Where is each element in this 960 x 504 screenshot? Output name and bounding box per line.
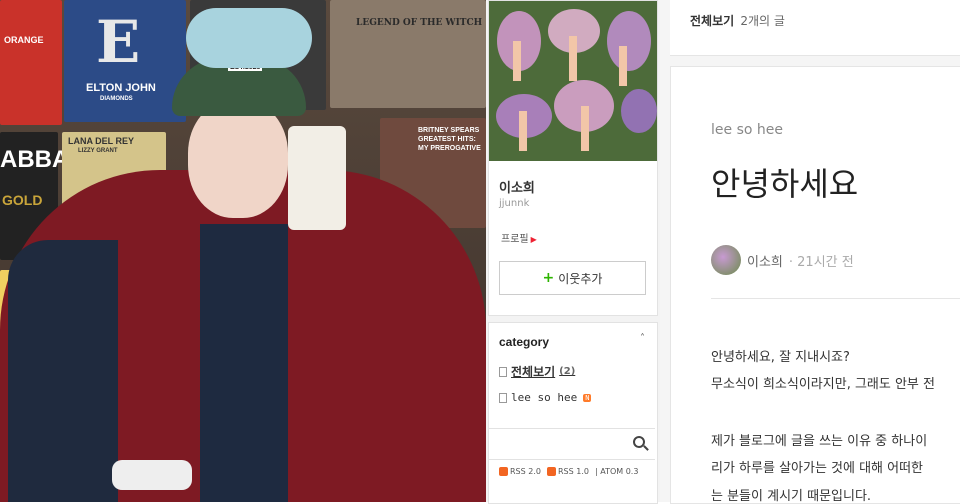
add-neighbor-button[interactable]: + 이웃추가 bbox=[499, 261, 646, 295]
post-paragraph: 안녕하세요, 잘 지내시죠? bbox=[711, 350, 850, 365]
post-card: lee so hee 안녕하세요 이소희 · 21시간 전 안녕하세요, 잘 지… bbox=[670, 66, 960, 504]
fairy-artwork bbox=[489, 1, 657, 161]
post-paragraph: 제가 블로그에 글을 쓰는 이유 중 하나이 bbox=[711, 434, 928, 449]
post-title: 안녕하세요 bbox=[711, 165, 859, 203]
profile-link[interactable]: 프로필 ▶ bbox=[501, 230, 537, 245]
new-badge: N bbox=[583, 393, 592, 402]
post-paragraph: 는 분들이 계시기 때문입니다. bbox=[711, 489, 872, 504]
category-title: category bbox=[499, 335, 550, 349]
document-icon bbox=[499, 392, 507, 403]
post-time-value: 21시간 전 bbox=[797, 254, 854, 270]
add-neighbor-label: 이웃추가 bbox=[558, 271, 603, 286]
record-abba-gold: GOLD bbox=[2, 192, 43, 208]
phone bbox=[112, 460, 192, 490]
record-lana-sub: LIZZY GRANT bbox=[78, 148, 118, 154]
category-item-count: (2) bbox=[559, 366, 576, 377]
avatar[interactable] bbox=[711, 245, 741, 275]
plus-icon: + bbox=[542, 270, 555, 286]
blog-owner-name: 이소희 bbox=[499, 181, 535, 196]
category-item-all[interactable]: 전체보기 (2) bbox=[499, 363, 575, 380]
record-elton-artist: ELTON JOHN bbox=[86, 82, 156, 94]
author-name[interactable]: 이소희 bbox=[747, 251, 783, 270]
plush-toy bbox=[186, 8, 312, 68]
post-paragraph: 리가 하루를 살아가는 것에 대해 어떠한 bbox=[711, 461, 924, 476]
post-category[interactable]: lee so hee bbox=[711, 122, 783, 138]
rss2-link[interactable]: RSS 2.0 bbox=[499, 467, 541, 476]
category-panel: category ˄ 전체보기 (2) lee so hee N RSS 2.0… bbox=[488, 322, 658, 504]
category-search[interactable] bbox=[489, 428, 655, 460]
record-legend-label: LEGEND OF THE WITCH bbox=[356, 18, 483, 28]
profile-link-label: 프로필 bbox=[501, 234, 529, 245]
rss1-link[interactable]: RSS 1.0 bbox=[546, 467, 589, 476]
record-orange bbox=[0, 0, 62, 125]
jacket-zip bbox=[200, 224, 288, 502]
jacket-sleeve-dark bbox=[8, 240, 118, 502]
atom-label: ATOM 0.3 bbox=[600, 467, 639, 476]
record-britney-label: BRITNEY SPEARS GREATEST HITS: MY PREROGA… bbox=[418, 127, 481, 152]
rss2-label: RSS 2.0 bbox=[510, 467, 541, 476]
divider bbox=[711, 298, 960, 299]
post-area: 전체보기 2개의 글 lee so hee 안녕하세요 이소희 · 21시간 전… bbox=[660, 0, 960, 504]
record-elton-title: DIAMONDS bbox=[100, 96, 133, 102]
view-all-label: 전체보기 bbox=[690, 14, 735, 28]
profile-sidebar: 이소희 jjunnk 프로필 ▶ + 이웃추가 category ˄ 전체보기 (… bbox=[486, 0, 660, 504]
record-abba-label: ABBA bbox=[0, 146, 70, 173]
record-lana-label: LANA DEL REY bbox=[68, 136, 135, 146]
post-count: 2개의 글 bbox=[740, 14, 785, 28]
caret-right-icon: ▶ bbox=[530, 235, 537, 244]
post-author: 이소희 · 21시간 전 bbox=[711, 245, 854, 275]
post-photo: ORANGE E ELTON JOHN DIAMONDS LEGEND OF T… bbox=[0, 0, 486, 502]
chevron-up-icon[interactable]: ˄ bbox=[640, 333, 645, 344]
feed-links: RSS 2.0 RSS 1.0 | ATOM 0.3 bbox=[499, 467, 638, 476]
blog-owner-id: jjunnk bbox=[499, 198, 530, 209]
document-icon bbox=[499, 366, 507, 377]
coffee-cup bbox=[288, 126, 346, 230]
rss-icon bbox=[546, 467, 556, 476]
post-list-bar: 전체보기 2개의 글 bbox=[670, 0, 960, 56]
record-legend bbox=[330, 0, 486, 108]
search-icon[interactable] bbox=[633, 436, 645, 448]
post-time: · 21시간 전 bbox=[788, 254, 854, 270]
rss-icon bbox=[499, 467, 508, 476]
profile-card: 이소희 jjunnk 프로필 ▶ + 이웃추가 bbox=[488, 0, 658, 316]
atom-link[interactable]: | ATOM 0.3 bbox=[595, 467, 638, 476]
category-item-lee-so-hee[interactable]: lee so hee N bbox=[499, 391, 592, 404]
profile-image[interactable] bbox=[489, 1, 657, 161]
post-paragraph: 무소식이 희소식이라지만, 그래도 안부 전 bbox=[711, 377, 935, 392]
face bbox=[188, 100, 288, 218]
record-elton-letter: E bbox=[96, 8, 141, 76]
category-item-label: lee so hee bbox=[511, 391, 578, 404]
rss1-label: RSS 1.0 bbox=[557, 467, 589, 476]
category-item-label: 전체보기 bbox=[511, 365, 556, 379]
record-orange-label: ORANGE bbox=[4, 35, 44, 45]
view-all-link[interactable]: 전체보기 2개의 글 bbox=[690, 12, 785, 29]
